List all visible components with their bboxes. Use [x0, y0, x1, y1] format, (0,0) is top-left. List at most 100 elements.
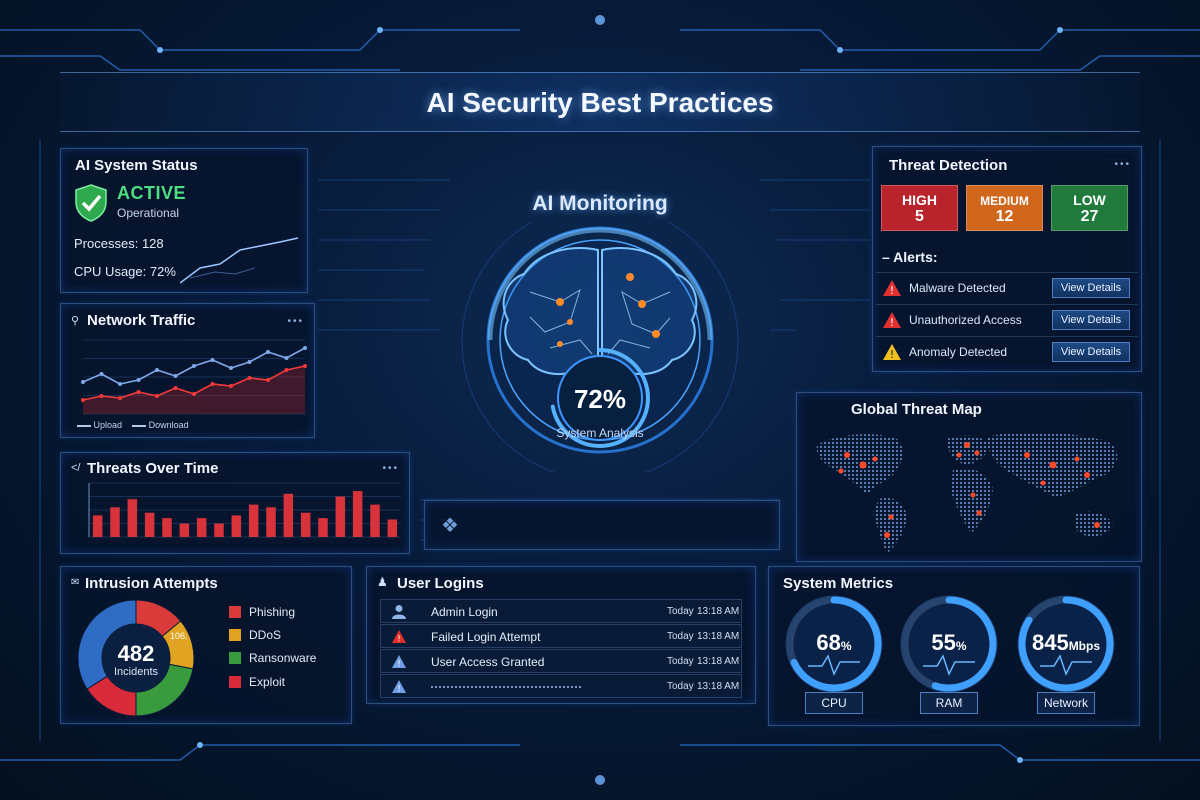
- login-day: Today: [667, 606, 694, 617]
- alert-row: ! Unauthorized Access View Details: [876, 304, 1138, 334]
- threat-bar: [214, 523, 224, 537]
- header-bar: AI Security Best Practices: [60, 72, 1140, 132]
- status-sparkline: [180, 237, 299, 284]
- view-details-button[interactable]: View Details: [1052, 342, 1130, 362]
- threats-over-time-title: Threats Over Time: [87, 460, 219, 477]
- threat-bar: [300, 512, 311, 537]
- panel-menu-dots[interactable]: •••: [1114, 159, 1131, 170]
- series-point: [247, 376, 252, 380]
- series-point: [303, 346, 307, 350]
- view-details-button[interactable]: View Details: [1052, 310, 1130, 330]
- view-details-button[interactable]: View Details: [1052, 278, 1130, 298]
- login-row[interactable]: ! Failed Login Attempt Today 13:18 AM: [380, 624, 742, 648]
- threat-bar: [92, 515, 103, 537]
- legend-label: Ransonware: [249, 651, 317, 665]
- processes-label: Processes:: [74, 236, 139, 251]
- threat-detection-title: Threat Detection: [889, 157, 1008, 174]
- svg-text:!: !: [397, 660, 401, 670]
- severity-high-label: HIGH: [902, 192, 937, 208]
- severity-medium-count: 12: [995, 208, 1014, 225]
- threat-bar: [370, 504, 380, 537]
- status-operational-label: Operational: [117, 206, 180, 220]
- network-legend: Upload Download: [77, 420, 189, 430]
- severity-medium-card[interactable]: MEDIUM 12: [966, 185, 1043, 231]
- series-point: [284, 368, 289, 372]
- login-time: 13:18 AM: [697, 631, 740, 642]
- legend-phishing: Phishing: [229, 605, 295, 619]
- alert-text: Malware Detected: [909, 281, 1006, 295]
- svg-text:!: !: [397, 635, 401, 645]
- code-icon: </: [71, 462, 81, 474]
- processes-stat: Processes: 128: [74, 236, 164, 251]
- svg-text:!: !: [890, 348, 894, 361]
- warning-red-icon: !: [392, 630, 406, 645]
- ram-gauge-number: 55: [931, 630, 956, 655]
- legend-ransomware: Ransonware: [229, 651, 316, 665]
- login-time: 13:18 AM: [697, 656, 740, 667]
- series-point: [210, 382, 215, 386]
- legend-label: DDoS: [249, 628, 282, 642]
- series-point: [229, 366, 233, 370]
- network-gauge-number: 845: [1031, 630, 1069, 655]
- severity-high-card[interactable]: HIGH 5: [881, 185, 958, 231]
- analysis-percent: 72%: [573, 384, 627, 414]
- series-point: [118, 396, 122, 400]
- login-day: Today: [667, 656, 694, 667]
- global-threat-map-panel: Global Threat Map: [796, 392, 1142, 562]
- legend-upload-swatch: [77, 424, 91, 427]
- panel-menu-dots[interactable]: •••: [287, 316, 304, 327]
- login-row[interactable]: Admin Login Today 13:18 AM: [380, 599, 742, 623]
- download-area: [83, 366, 305, 414]
- severity-low-card[interactable]: LOW 27: [1051, 185, 1128, 231]
- threat-bar: [179, 523, 190, 537]
- severity-low-label: LOW: [1073, 192, 1106, 208]
- page-title: AI Security Best Practices: [426, 87, 774, 118]
- series-point: [173, 374, 178, 378]
- login-day: Today: [667, 681, 694, 692]
- panel-menu-dots[interactable]: •••: [382, 463, 399, 474]
- legend-swatch: [229, 652, 241, 664]
- user-icon: ♟: [377, 575, 388, 589]
- network-traffic-chart: [81, 339, 307, 415]
- legend-swatch: [229, 676, 241, 688]
- series-point: [266, 350, 270, 354]
- series-point: [99, 372, 104, 376]
- cpu-usage-stat: CPU Usage: 72%: [74, 264, 176, 279]
- cpu-usage-label: CPU Usage:: [74, 264, 147, 279]
- world-map-icon: [816, 432, 1118, 553]
- login-label-placeholder: [431, 686, 581, 688]
- warning-yellow-icon: !: [883, 344, 901, 361]
- cpu-gauge-unit: %: [840, 639, 852, 653]
- threat-bar: [335, 496, 346, 537]
- legend-label: Exploit: [249, 675, 286, 689]
- center-activity-panel: ❖: [424, 500, 780, 550]
- legend-exploit: Exploit: [229, 675, 285, 689]
- ram-gauge-unit: %: [955, 639, 967, 653]
- login-label: Failed Login Attempt: [431, 630, 541, 644]
- series-point: [266, 378, 270, 382]
- legend-upload: Upload: [93, 420, 123, 430]
- legend-ddos: DDoS: [229, 628, 281, 642]
- legend-swatch: [229, 629, 241, 641]
- cpu-gauge-number: 68: [816, 630, 841, 655]
- intrusion-total: 482: [117, 641, 155, 666]
- series-point: [210, 358, 215, 362]
- login-row[interactable]: ! Today 13:18 AM: [380, 674, 742, 698]
- warning-red-icon: !: [883, 280, 901, 297]
- threat-bar: [352, 491, 363, 537]
- threat-bar: [318, 518, 328, 537]
- cpu-gauge-label: CPU: [805, 692, 863, 714]
- intrusion-attempts-title: Intrusion Attempts: [85, 575, 218, 592]
- threat-bar: [266, 507, 276, 537]
- alerts-heading: – Alerts:: [882, 249, 938, 265]
- svg-text:!: !: [397, 685, 401, 695]
- collapse-icon[interactable]: –: [882, 249, 890, 265]
- login-row[interactable]: ! User Access Granted Today 13:18 AM: [380, 649, 742, 673]
- series-point: [229, 384, 233, 388]
- user-logins-title: User Logins: [397, 575, 484, 592]
- series-point: [155, 368, 159, 372]
- series-point: [99, 394, 104, 398]
- processes-value: 128: [141, 236, 164, 251]
- cpu-gauge-value: 68%: [784, 630, 884, 656]
- login-label: Admin Login: [431, 605, 498, 619]
